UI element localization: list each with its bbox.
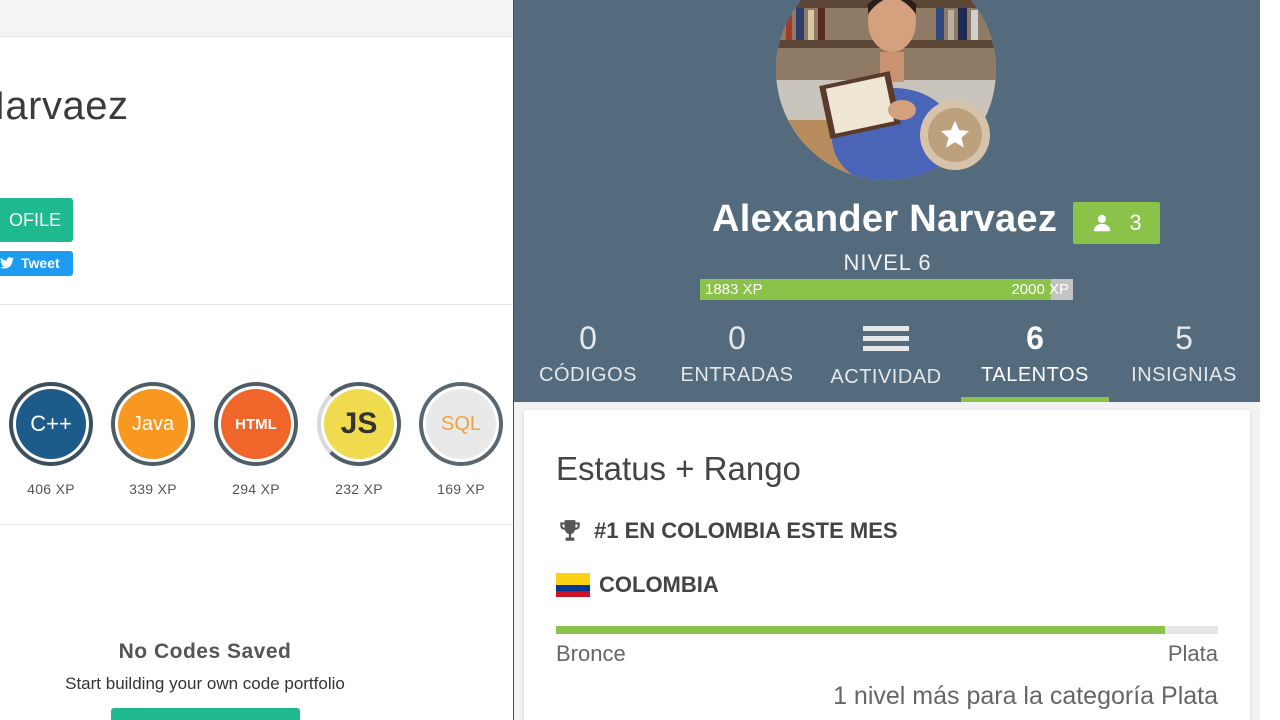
user-name: Alexander Narvaez	[712, 198, 1058, 240]
skill-label: JS	[340, 407, 378, 440]
tab-label: ACTIVIDAD	[830, 366, 942, 388]
skill-xp: 406 XP	[27, 481, 75, 497]
followers-button[interactable]: 3	[1073, 202, 1160, 244]
skill-label: HTML	[235, 415, 277, 433]
profile-web-page: Narvaez OFILE Tweet C++ 406 XP Java 339 …	[0, 0, 514, 720]
followers-count: 3	[1129, 210, 1142, 235]
card-title: Estatus + Rango	[556, 450, 801, 487]
colombia-flag-icon	[556, 573, 590, 597]
tweet-label: Tweet	[21, 255, 60, 271]
java-logo-icon: Java	[118, 389, 188, 459]
divider	[0, 304, 514, 305]
trophy-icon	[560, 520, 580, 541]
tab-entradas[interactable]: 0 ENTRADAS	[663, 318, 811, 387]
skills-row: C++ 406 XP Java 339 XP HTML 294 XP JS 23…	[0, 382, 514, 502]
create-code-button[interactable]	[111, 708, 300, 720]
skill-label: Java	[131, 412, 175, 435]
tab-codigos[interactable]: 0 CÓDIGOS	[514, 318, 662, 387]
tab-talentos[interactable]: 6 TALENTOS	[961, 318, 1109, 387]
sql-logo-icon: SQL	[426, 389, 496, 459]
xp-progress-bar: 1883 XP 2000 XP	[700, 279, 1073, 300]
tab-count: 6	[1026, 320, 1044, 356]
cpp-logo-icon: C++	[16, 389, 86, 459]
no-codes-title: No Codes Saved	[118, 640, 292, 663]
rank-text: #1 EN COLOMBIA ESTE MES	[594, 518, 898, 543]
person-icon	[1094, 214, 1111, 232]
xp-current: 1883 XP	[705, 281, 763, 298]
skill-xp: 232 XP	[335, 481, 383, 497]
skill-ring: HTML	[214, 382, 298, 466]
skill-label: C++	[30, 411, 72, 436]
skill-ring: JS	[317, 382, 401, 466]
xp-target: 2000 XP	[1011, 281, 1069, 298]
country-line: COLOMBIA	[556, 572, 719, 598]
tab-label: TALENTOS	[981, 364, 1089, 386]
skill-ring: C++	[9, 382, 93, 466]
menu-lines-icon	[812, 318, 960, 358]
js-logo-icon: JS	[324, 389, 394, 459]
country-text: COLOMBIA	[599, 572, 719, 597]
tab-label: CÓDIGOS	[539, 364, 637, 386]
active-tab-indicator	[961, 397, 1109, 402]
skill-html[interactable]: HTML 294 XP	[214, 382, 298, 497]
next-level-text: 1 nivel más para la categoría Plata	[833, 682, 1218, 710]
skill-cpp[interactable]: C++ 406 XP	[9, 382, 93, 497]
tab-count: 0	[579, 320, 597, 356]
status-rank-card: Estatus + Rango #1 EN COLOMBIA ESTE MES …	[524, 410, 1250, 720]
rank-progress-bar	[556, 626, 1218, 634]
rank-line: #1 EN COLOMBIA ESTE MES	[556, 518, 898, 544]
app-profile-panel: Alexander Narvaez 3 NIVEL 6 1883 XP 2000…	[513, 0, 1261, 720]
skill-sql[interactable]: SQL 169 XP	[419, 382, 503, 497]
skill-xp: 339 XP	[129, 481, 177, 497]
tab-count: 5	[1175, 320, 1193, 356]
tab-count: 0	[728, 320, 746, 356]
rank-progress-fill	[556, 626, 1166, 634]
tab-label: ENTRADAS	[680, 364, 794, 386]
profile-header: Alexander Narvaez 3 NIVEL 6 1883 XP 2000…	[514, 0, 1261, 402]
tab-insignias[interactable]: 5 INSIGNIAS	[1110, 318, 1258, 387]
skill-xp: 294 XP	[232, 481, 280, 497]
html-logo-icon: HTML	[221, 389, 291, 459]
edit-profile-button[interactable]: OFILE	[0, 198, 73, 242]
no-codes-subtitle: Start building your own code portfolio	[65, 674, 345, 693]
rank-to-label: Plata	[1167, 641, 1218, 666]
profile-tabs: 0 CÓDIGOS 0 ENTRADAS ACTIVIDAD 6 TALENTO…	[514, 318, 1261, 402]
skill-xp: 169 XP	[437, 481, 485, 497]
skill-label: SQL	[440, 412, 482, 435]
star-badge-icon	[920, 100, 990, 170]
rank-from-label: Bronce	[556, 641, 626, 666]
skill-ring: SQL	[419, 382, 503, 466]
skill-java[interactable]: Java 339 XP	[111, 382, 195, 497]
tweet-button[interactable]: Tweet	[0, 251, 73, 276]
window-edge	[1260, 0, 1280, 720]
divider	[0, 524, 514, 525]
tab-actividad[interactable]: ACTIVIDAD	[812, 318, 960, 389]
twitter-bird-icon	[0, 257, 14, 269]
profile-name: Narvaez	[0, 84, 129, 128]
tab-label: INSIGNIAS	[1131, 364, 1237, 386]
skill-ring: Java	[111, 382, 195, 466]
level-label: NIVEL 6	[843, 250, 932, 275]
skill-js[interactable]: JS 232 XP	[317, 382, 401, 497]
page-top-bar	[0, 0, 514, 37]
